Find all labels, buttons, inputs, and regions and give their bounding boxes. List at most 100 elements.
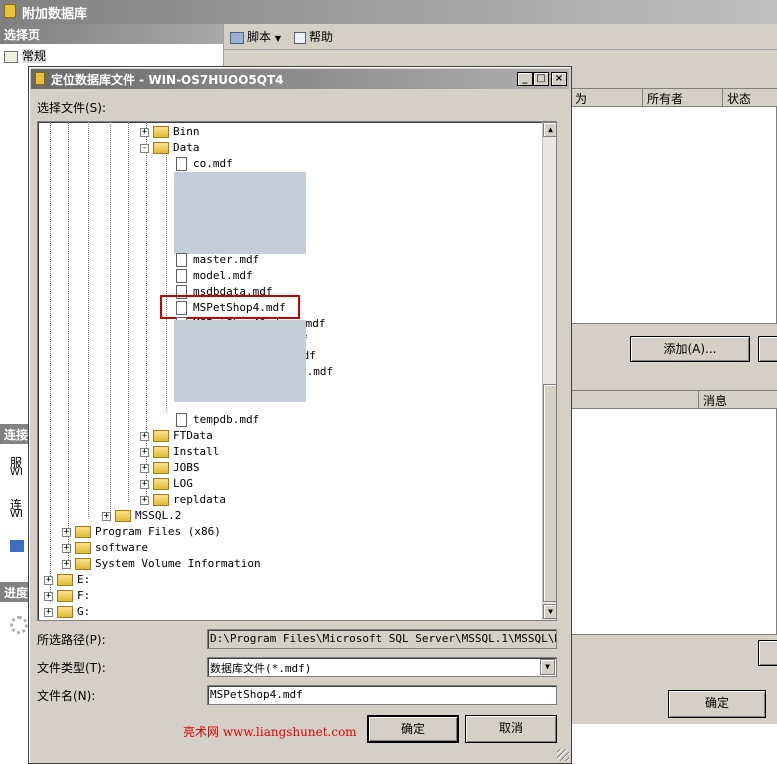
page-item-label: 常规 <box>22 49 47 63</box>
scroll-thumb[interactable] <box>543 384 556 602</box>
node-label: repldata <box>173 493 226 506</box>
view-connection-icon[interactable] <box>10 540 24 552</box>
tree-scrollbar[interactable]: ▲ ▼ <box>542 122 556 620</box>
help-button[interactable]: 帮助 <box>294 28 333 45</box>
obscured-region <box>174 172 306 254</box>
tree-node-folder[interactable]: + FTData <box>140 428 213 444</box>
expand-icon[interactable]: + <box>140 495 149 505</box>
attach-db-titlebar: 附加数据库 <box>0 0 777 24</box>
tree-node-folder[interactable]: + repldata <box>140 492 226 508</box>
bg-ok-button[interactable]: 确定 <box>668 690 766 718</box>
watermark: 亮术网 www.liangshunet.com <box>183 725 357 739</box>
grid-action-button[interactable] <box>758 640 777 666</box>
tree-node-folder[interactable]: + LOG <box>140 476 193 492</box>
cancel-button[interactable]: 取消 <box>465 715 557 743</box>
collapse-icon[interactable]: - <box>140 143 149 153</box>
expand-icon[interactable]: + <box>44 607 53 617</box>
remove-button[interactable] <box>758 336 777 362</box>
expand-icon[interactable]: + <box>62 559 71 569</box>
folder-icon <box>75 558 91 570</box>
tree-node-folder[interactable]: + Install <box>140 444 219 460</box>
node-label: Data <box>173 141 200 154</box>
ok-button[interactable]: 确定 <box>367 715 459 743</box>
expand-icon[interactable]: + <box>62 543 71 553</box>
file-icon <box>176 253 187 267</box>
expand-icon[interactable]: + <box>44 575 53 585</box>
col-header-status[interactable]: 状态 <box>723 89 777 107</box>
expand-icon[interactable]: + <box>62 527 71 537</box>
dropdown-arrow-icon: ▼ <box>274 34 281 43</box>
col-header-message[interactable]: 消息 <box>699 391 777 409</box>
tree-guide <box>88 122 89 517</box>
node-label: E: <box>77 573 91 586</box>
tree-node-drive[interactable]: + F: <box>44 588 90 604</box>
dropdown-arrow-icon[interactable]: ▼ <box>540 659 555 675</box>
tree-node-folder[interactable]: + Program Files (x86) <box>62 524 221 540</box>
folder-icon <box>75 526 91 538</box>
server-value: WI <box>10 467 23 478</box>
tree-node-drive[interactable]: + E: <box>44 572 90 588</box>
tree-node-drive[interactable]: + G: <box>44 604 90 620</box>
tree-guide <box>166 152 167 412</box>
maximize-icon[interactable]: □ <box>533 72 549 86</box>
page-item-general[interactable]: 常规 <box>0 44 223 67</box>
col-header-owner-as[interactable]: 为 <box>571 89 643 107</box>
file-type-select[interactable]: 数据库文件(*.mdf) ▼ <box>207 657 557 677</box>
close-icon[interactable]: × <box>551 72 567 86</box>
expand-icon[interactable]: + <box>44 591 53 601</box>
database-icon <box>35 72 45 85</box>
open-folder-icon <box>153 142 169 154</box>
file-tree[interactable]: + Binn - Data co.mdf master.mdf model.mdf … <box>37 121 557 621</box>
folder-icon <box>153 430 169 442</box>
node-label: JOBS <box>173 461 200 474</box>
node-label: MSSQL.2 <box>135 509 182 522</box>
scroll-down-icon[interactable]: ▼ <box>543 604 556 619</box>
tree-node-mssql2[interactable]: + MSSQL.2 <box>102 508 181 524</box>
progress-spinner-icon <box>10 616 28 634</box>
page-icon <box>4 50 18 63</box>
folder-icon <box>153 462 169 474</box>
path-label: 所选路径(P): <box>37 633 106 647</box>
toolbar: 脚本 ▼ 帮助 <box>224 24 777 50</box>
tree-file[interactable]: master.mdf <box>176 252 259 268</box>
tree-node-binn[interactable]: + Binn <box>140 124 200 140</box>
help-icon <box>294 31 306 44</box>
tree-node-folder[interactable]: + System Volume Information <box>62 556 261 572</box>
expand-icon[interactable]: + <box>140 463 149 473</box>
folder-icon <box>153 494 169 506</box>
node-label: Binn <box>173 125 200 138</box>
tree-node-folder[interactable]: + software <box>62 540 148 556</box>
scroll-up-icon[interactable]: ▲ <box>543 122 556 137</box>
script-icon <box>230 31 244 44</box>
expand-icon[interactable]: + <box>140 127 149 137</box>
file-type-value: 数据库文件(*.mdf) <box>210 662 312 675</box>
node-label: Program Files (x86) <box>95 525 221 538</box>
tree-file[interactable]: tempdb.mdf <box>176 412 259 428</box>
col-header-blank[interactable] <box>571 391 699 409</box>
folder-icon <box>115 510 131 522</box>
file-name-input[interactable]: MSPetShop4.mdf <box>207 685 557 705</box>
expand-icon[interactable]: + <box>140 431 149 441</box>
folder-icon <box>153 126 169 138</box>
dialog-titlebar: 定位数据库文件 - WIN-OS7HUOO5QT4 _ □ × <box>31 69 569 89</box>
tree-file[interactable]: co.mdf <box>176 156 233 172</box>
folder-icon <box>153 478 169 490</box>
tree-node-folder[interactable]: + JOBS <box>140 460 200 476</box>
tree-node-data[interactable]: - Data <box>140 140 200 156</box>
script-button[interactable]: 脚本 ▼ <box>230 28 281 45</box>
col-header-owner[interactable]: 所有者 <box>643 89 723 107</box>
resize-grip-icon[interactable] <box>557 749 569 761</box>
type-label: 文件类型(T): <box>37 661 106 675</box>
node-label: co.mdf <box>193 157 233 170</box>
minimize-icon[interactable]: _ <box>517 72 533 86</box>
file-icon <box>176 413 187 427</box>
expand-icon[interactable]: + <box>140 447 149 457</box>
dialog-title: 定位数据库文件 - WIN-OS7HUOO5QT4 <box>51 73 284 87</box>
tree-guide <box>128 122 129 502</box>
expand-icon[interactable]: + <box>102 511 111 521</box>
node-label: master.mdf <box>193 253 260 266</box>
expand-icon[interactable]: + <box>140 479 149 489</box>
add-button[interactable]: 添加(A)... <box>630 336 750 362</box>
tree-guide <box>50 122 51 602</box>
tree-file[interactable]: model.mdf <box>176 268 253 284</box>
